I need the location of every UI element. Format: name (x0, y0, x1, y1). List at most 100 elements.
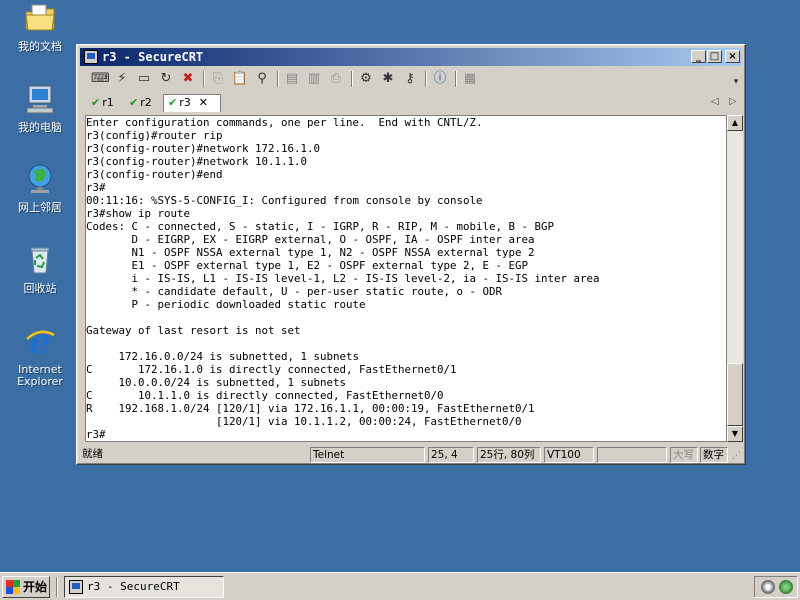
terminal-line: i - IS-IS, L1 - IS-IS level-1, L2 - IS-I… (86, 272, 600, 285)
toolbar-separator (425, 71, 427, 87)
start-button[interactable]: 开始 (2, 576, 50, 598)
find-icon[interactable]: ⚲ (253, 70, 271, 88)
tab-label: r2 (140, 96, 152, 109)
terminal-line: 00:11:16: %SYS-5-CONFIG_I: Configured fr… (86, 194, 483, 207)
status-num: 数字 (700, 447, 728, 463)
securecrt-window[interactable]: r3 - SecureCRT _ □ × ⌨ ⚡ ▭ ↻ ✖ ⎘ 📋 ⚲ ▤ ▥… (76, 44, 746, 465)
tab-scroll-left-icon[interactable]: ◁ (711, 96, 719, 107)
status-bar: 就绪 Telnet 25, 4 25行, 80列 VT100 大写 数字 ⋰ (80, 446, 742, 464)
desktop-icon-recycle-bin[interactable]: 回收站 (6, 244, 74, 295)
connected-check-icon: ✔ (129, 96, 139, 109)
taskbar-separator (56, 577, 58, 597)
paste-icon[interactable]: 📋 (231, 70, 249, 88)
desktop-icon-label: 我的电脑 (18, 121, 62, 134)
desktop-icon-network[interactable]: 网上邻居 (6, 163, 74, 214)
tab-r1[interactable]: ✔ r1 (87, 95, 125, 112)
network-globe-icon (28, 164, 52, 193)
window-title: r3 - SecureCRT (102, 50, 204, 64)
tray-network-icon[interactable] (779, 580, 793, 594)
terminal-line: r3(config-router)#network 10.1.1.0 (86, 155, 308, 168)
internet-explorer-icon: e (26, 322, 55, 362)
terminal-line: C 172.16.1.0 is directly connected, Fast… (86, 363, 457, 376)
terminal-line: r3(config-router)#network 172.16.1.0 (86, 142, 321, 155)
terminal-line: Gateway of last resort is not set (86, 324, 301, 337)
scroll-down-icon[interactable]: ▼ (727, 426, 743, 442)
toolbar: ⌨ ⚡ ▭ ↻ ✖ ⎘ 📋 ⚲ ▤ ▥ ⎙ ⚙ ✱ ⚷ ⓘ ▦ ▾ (85, 67, 743, 91)
terminal-line: r3# (86, 428, 106, 441)
toolbar-overflow-icon[interactable]: ▾ (727, 73, 745, 91)
taskbar-button-securecrt[interactable]: r3 - SecureCRT (64, 576, 224, 598)
terminal-line: C 10.1.1.0 is directly connected, FastEt… (86, 389, 444, 402)
terminal-line: r3(config)#router rip (86, 129, 223, 142)
terminal-area[interactable]: Enter configuration commands, one per li… (85, 115, 727, 442)
toolbar-separator (455, 71, 457, 87)
sftp-icon[interactable]: ▦ (461, 70, 479, 88)
tab-scroll-right-icon[interactable]: ▷ (729, 96, 737, 107)
toolbar-separator (277, 71, 279, 87)
quick-connect-icon[interactable]: ⚡ (113, 70, 131, 88)
session-options-icon[interactable]: ⚙ (357, 70, 375, 88)
taskbar-button-label: r3 - SecureCRT (87, 580, 180, 593)
terminal-line: R 192.168.1.0/24 [120/1] via 172.16.1.1,… (86, 402, 535, 415)
print-setup-icon[interactable]: ▤ (283, 70, 301, 88)
desktop-icon-internet-explorer[interactable]: e Internet Explorer (6, 322, 74, 388)
windows-flag-icon (6, 580, 20, 594)
copy-icon[interactable]: ⎘ (209, 70, 227, 88)
terminal-line: r3(config-router)#end (86, 168, 223, 181)
desktop-icon-label: 网上邻居 (18, 201, 62, 214)
disconnect-icon[interactable]: ✖ (179, 70, 197, 88)
maximize-button[interactable]: □ (707, 50, 722, 63)
terminal-line: 172.16.0.0/24 is subnetted, 1 subnets (86, 350, 360, 363)
system-tray (754, 576, 798, 598)
terminal-output: Enter configuration commands, one per li… (86, 116, 726, 441)
terminal-line: 10.0.0.0/24 is subnetted, 1 subnets (86, 376, 347, 389)
terminal-line: * - candidate default, U - per-user stat… (86, 285, 503, 298)
tab-close-icon[interactable]: ✕ (199, 96, 208, 109)
terminal-scrollbar[interactable]: ▲ ▼ (727, 115, 743, 442)
computer-icon (26, 85, 54, 114)
desktop-icon-label: Internet Explorer (17, 363, 63, 388)
securecrt-app-icon (69, 580, 83, 594)
terminal-line: N1 - OSPF NSSA external type 1, N2 - OSP… (86, 246, 535, 259)
tab-r3[interactable]: ✔ r3 ✕ (163, 94, 221, 112)
terminal-line: Codes: C - connected, S - static, I - IG… (86, 220, 555, 233)
scroll-thumb[interactable] (727, 363, 743, 426)
tab-r2[interactable]: ✔ r2 (125, 95, 163, 112)
resize-grip-icon[interactable]: ⋰ (732, 451, 741, 461)
key-icon[interactable]: ⚷ (401, 70, 419, 88)
session-tabs: ✔ r1 ✔ r2 ✔ r3 ✕ ◁ ▷ (85, 93, 743, 113)
toolbar-separator (203, 71, 205, 87)
desktop-icon-my-documents[interactable]: 我的文档 (6, 2, 74, 53)
connected-check-icon: ✔ (91, 96, 101, 109)
terminal-line: r3#show ip route (86, 207, 191, 220)
status-caps: 大写 (670, 447, 698, 463)
terminal-line: P - periodic downloaded static route (86, 298, 366, 311)
recycle-bin-icon (30, 247, 50, 274)
terminal-line: D - EIGRP, EX - EIGRP external, O - OSPF… (86, 233, 535, 246)
toolbar-separator (351, 71, 353, 87)
reconnect-icon[interactable]: ↻ (157, 70, 175, 88)
desktop-icon-label: 回收站 (23, 282, 57, 295)
terminal-line: r3# (86, 181, 106, 194)
tab-label: r1 (102, 96, 114, 109)
connect-icon[interactable]: ⌨ (91, 70, 110, 88)
terminal-line: [120/1] via 10.1.1.2, 00:00:24, FastEthe… (86, 415, 522, 428)
close-button[interactable]: × (725, 50, 740, 63)
minimize-button[interactable]: _ (691, 50, 706, 63)
tab-label: r3 (179, 96, 191, 109)
tray-volume-icon[interactable] (761, 580, 775, 594)
print-icon[interactable]: ⎙ (327, 70, 345, 88)
securecrt-app-icon[interactable] (84, 50, 98, 64)
svg-text:e: e (29, 325, 51, 357)
help-icon[interactable]: ⓘ (431, 70, 449, 88)
terminal-line: E1 - OSPF external type 1, E2 - OSPF ext… (86, 259, 529, 272)
title-bar[interactable]: r3 - SecureCRT _ □ × (80, 48, 742, 66)
scroll-up-icon[interactable]: ▲ (727, 115, 743, 131)
status-cursor: 25, 4 (428, 447, 474, 463)
desktop-icon-my-computer[interactable]: 我的电脑 (6, 83, 74, 134)
connect-tab-icon[interactable]: ▭ (135, 70, 153, 88)
print-selection-icon[interactable]: ▥ (305, 70, 323, 88)
status-size: 25行, 80列 (477, 447, 541, 463)
global-options-icon[interactable]: ✱ (379, 70, 397, 88)
folder-icon (25, 4, 55, 31)
